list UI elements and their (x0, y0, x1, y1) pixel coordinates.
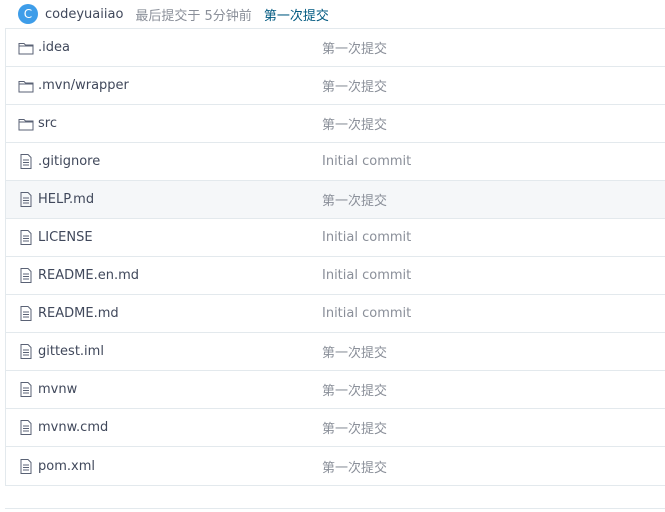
commit-author[interactable]: codeyuaiiao (45, 7, 123, 22)
file-row[interactable]: mvnw.cmd 第一次提交 (6, 409, 665, 447)
file-name[interactable]: src (38, 116, 322, 131)
file-commit-message[interactable]: Initial commit (322, 306, 411, 321)
file-icon (18, 192, 34, 208)
file-commit-message[interactable]: Initial commit (322, 268, 411, 283)
latest-commit-bar: C codeyuaiiao 最后提交于 5分钟前 第一次提交 (0, 0, 665, 28)
folder-icon (18, 116, 34, 132)
file-name[interactable]: mvnw (38, 382, 322, 397)
file-row[interactable]: .mvn/wrapper 第一次提交 (6, 67, 665, 105)
file-commit-message[interactable]: 第一次提交 (322, 342, 387, 361)
file-commit-message[interactable]: Initial commit (322, 230, 411, 245)
file-icon (18, 306, 34, 322)
file-name[interactable]: README.md (38, 306, 322, 321)
file-row[interactable]: .gitignore Initial commit (6, 143, 665, 181)
file-icon (18, 420, 34, 436)
file-name[interactable]: LICENSE (38, 230, 322, 245)
next-section-divider (5, 508, 665, 512)
commit-message-link[interactable]: 第一次提交 (264, 5, 329, 24)
file-commit-message[interactable]: 第一次提交 (322, 380, 387, 399)
file-name[interactable]: .gitignore (38, 154, 322, 169)
folder-icon (18, 78, 34, 94)
folder-icon (18, 40, 34, 56)
file-commit-message[interactable]: Initial commit (322, 154, 411, 169)
file-row[interactable]: src 第一次提交 (6, 105, 665, 143)
file-commit-message[interactable]: 第一次提交 (322, 38, 387, 57)
file-icon (18, 230, 34, 246)
file-icon (18, 268, 34, 284)
file-row[interactable]: README.en.md Initial commit (6, 257, 665, 295)
file-row[interactable]: mvnw 第一次提交 (6, 371, 665, 409)
author-avatar[interactable]: C (18, 4, 38, 24)
file-row[interactable]: HELP.md 第一次提交 (6, 181, 665, 219)
file-name[interactable]: .mvn/wrapper (38, 78, 322, 93)
file-row[interactable]: pom.xml 第一次提交 (6, 447, 665, 485)
file-icon (18, 382, 34, 398)
file-row[interactable]: LICENSE Initial commit (6, 219, 665, 257)
file-commit-message[interactable]: 第一次提交 (322, 457, 387, 476)
file-icon (18, 458, 34, 474)
file-name[interactable]: gittest.iml (38, 344, 322, 359)
file-list: .idea 第一次提交 .mvn/wrapper 第一次提交 src 第一次提交… (5, 28, 665, 486)
file-name[interactable]: README.en.md (38, 268, 322, 283)
file-icon (18, 344, 34, 360)
file-commit-message[interactable]: 第一次提交 (322, 76, 387, 95)
file-name[interactable]: .idea (38, 40, 322, 55)
file-name[interactable]: mvnw.cmd (38, 420, 322, 435)
file-name[interactable]: HELP.md (38, 192, 322, 207)
commit-time: 最后提交于 5分钟前 (135, 8, 252, 24)
file-commit-message[interactable]: 第一次提交 (322, 190, 387, 209)
file-icon (18, 154, 34, 170)
file-row[interactable]: .idea 第一次提交 (6, 29, 665, 67)
file-commit-message[interactable]: 第一次提交 (322, 418, 387, 437)
file-commit-message[interactable]: 第一次提交 (322, 114, 387, 133)
file-name[interactable]: pom.xml (38, 459, 322, 474)
file-row[interactable]: gittest.iml 第一次提交 (6, 333, 665, 371)
file-row[interactable]: README.md Initial commit (6, 295, 665, 333)
